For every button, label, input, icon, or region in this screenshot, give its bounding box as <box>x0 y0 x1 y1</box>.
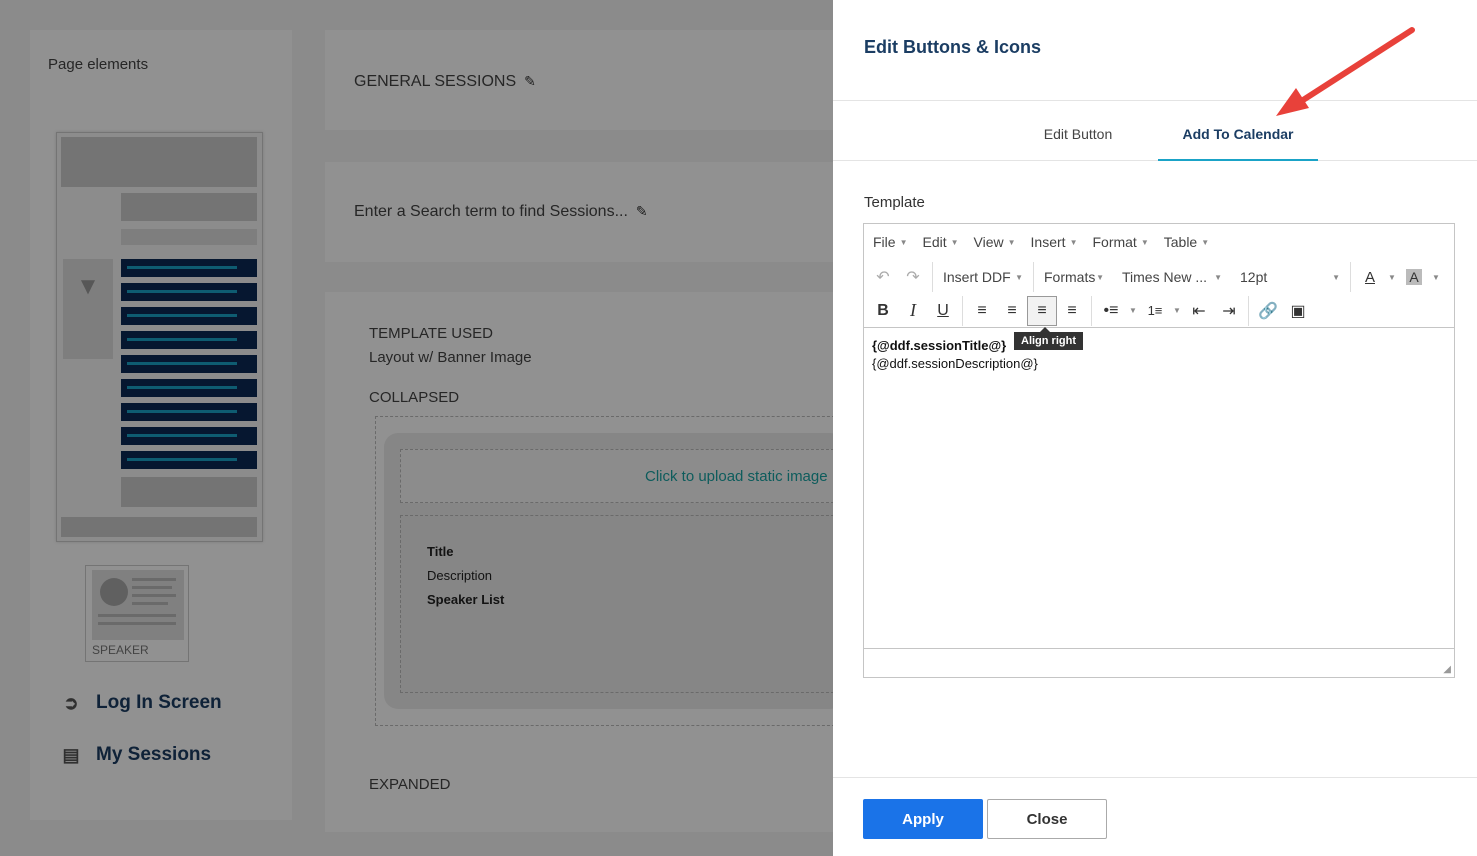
underline-icon[interactable]: U <box>928 296 958 326</box>
font-size-select[interactable]: 12pt ▼ <box>1234 262 1346 292</box>
panel-title: Edit Buttons & Icons <box>864 37 1041 57</box>
numbered-list-dropdown[interactable]: ▼ <box>1170 296 1184 326</box>
menu-label: Table <box>1163 234 1198 250</box>
link-icon[interactable]: 🔗 <box>1253 296 1283 326</box>
chevron-down-icon: ▼ <box>1201 237 1210 247</box>
image-icon[interactable]: ▣ <box>1283 296 1313 326</box>
menu-label: Insert <box>1030 234 1066 250</box>
insert-ddf-select[interactable]: Insert DDF ▼ <box>937 262 1029 292</box>
panel-footer: Apply Close <box>833 777 1477 856</box>
insert-ddf-label: Insert DDF <box>943 269 1011 285</box>
menu-label: File <box>873 234 896 250</box>
formats-label: Formats <box>1044 269 1096 285</box>
align-right-icon[interactable]: ≡ <box>1027 295 1057 326</box>
text-color-dropdown[interactable]: ▼ <box>1385 262 1399 292</box>
chevron-down-icon: ▼ <box>1015 272 1023 282</box>
numbered-list-icon[interactable]: 1≡ <box>1140 296 1170 326</box>
rich-text-editor: File ▼ Edit ▼ View ▼ Insert ▼ Format ▼ Table ▼… <box>863 223 1455 678</box>
panel-tabs: Edit Button Add To Calendar <box>833 101 1477 161</box>
edit-buttons-panel: Edit Buttons & Icons Edit Button Add To … <box>833 0 1477 856</box>
chevron-down-icon: ▼ <box>1432 272 1440 282</box>
content-line-title: {@ddf.sessionTitle@} <box>872 338 1007 353</box>
close-button[interactable]: Close <box>987 799 1107 839</box>
align-center-icon[interactable]: ≡ <box>997 296 1027 326</box>
chevron-down-icon: ▼ <box>1069 237 1078 247</box>
apply-button[interactable]: Apply <box>863 799 983 839</box>
editor-content[interactable]: {@ddf.sessionTitle@} {@ddf.sessionDescri… <box>872 337 1038 373</box>
align-right-tooltip: Align right <box>1014 327 1083 350</box>
indent-icon[interactable]: ⇥ <box>1214 296 1244 326</box>
chevron-down-icon: ▼ <box>1214 272 1222 282</box>
font-family-select[interactable]: Times New ... ▼ <box>1116 262 1228 292</box>
tab-add-to-calendar[interactable]: Add To Calendar <box>1158 101 1318 161</box>
menu-label: View <box>973 234 1004 250</box>
toolbar-separator <box>1091 295 1092 326</box>
chevron-down-icon: ▼ <box>950 237 959 247</box>
bullet-list-icon[interactable]: •≡ <box>1096 296 1126 326</box>
redo-icon[interactable]: ↷ <box>898 262 928 292</box>
editor-statusbar: ◢ <box>864 648 1454 677</box>
menu-label: Format <box>1092 234 1137 250</box>
editor-menubar: File ▼ Edit ▼ View ▼ Insert ▼ Format ▼ Table ▼ <box>864 224 1454 260</box>
menu-view[interactable]: View ▼ <box>974 234 1016 250</box>
font-family-label: Times New ... <box>1122 269 1208 285</box>
align-left-icon[interactable]: ≡ <box>967 296 997 326</box>
chevron-down-icon: ▼ <box>1140 237 1149 247</box>
toolbar-separator <box>1033 262 1034 292</box>
toolbar-separator <box>1248 295 1249 326</box>
chevron-down-icon: ▼ <box>1129 306 1137 315</box>
undo-icon[interactable]: ↶ <box>868 262 898 292</box>
tab-edit-button[interactable]: Edit Button <box>1027 101 1129 161</box>
menu-insert[interactable]: Insert ▼ <box>1031 234 1078 250</box>
menu-edit[interactable]: Edit ▼ <box>922 234 958 250</box>
modal-overlay[interactable] <box>0 0 833 856</box>
background-color-icon[interactable]: A <box>1399 262 1429 292</box>
formats-select[interactable]: Formats ▼ <box>1038 262 1110 292</box>
menu-file[interactable]: File ▼ <box>873 234 907 250</box>
template-label: Template <box>864 194 925 211</box>
font-size-label: 12pt <box>1240 269 1268 285</box>
toolbar-separator <box>1350 262 1351 292</box>
editor-toolbar-2: B I U ≡ ≡ ≡ ≡ •≡ ▼ 1≡ ▼ ⇤ ⇥ 🔗 ▣ <box>864 294 1454 328</box>
toolbar-separator <box>932 262 933 292</box>
menu-label: Edit <box>922 234 947 250</box>
editor-toolbar-1: ↶ ↷ Insert DDF ▼ Formats ▼ Times New ... ▼ … <box>864 260 1454 294</box>
bold-icon[interactable]: B <box>868 296 898 326</box>
chevron-down-icon: ▼ <box>1332 272 1340 282</box>
resize-handle-icon[interactable]: ◢ <box>1443 664 1451 675</box>
italic-icon[interactable]: I <box>898 296 928 326</box>
text-color-icon[interactable]: A <box>1355 262 1385 292</box>
chevron-down-icon: ▼ <box>1007 237 1016 247</box>
panel-header: Edit Buttons & Icons <box>833 0 1477 101</box>
chevron-down-icon: ▼ <box>899 237 908 247</box>
menu-format[interactable]: Format ▼ <box>1092 234 1148 250</box>
outdent-icon[interactable]: ⇤ <box>1184 296 1214 326</box>
bullet-list-dropdown[interactable]: ▼ <box>1126 296 1140 326</box>
chevron-down-icon: ▼ <box>1173 306 1181 315</box>
chevron-down-icon: ▼ <box>1096 272 1104 282</box>
content-line-description: {@ddf.sessionDescription@} <box>872 356 1038 371</box>
toolbar-separator <box>962 295 963 326</box>
background-color-dropdown[interactable]: ▼ <box>1429 262 1443 292</box>
align-justify-icon[interactable]: ≡ <box>1057 296 1087 326</box>
menu-table[interactable]: Table ▼ <box>1164 234 1209 250</box>
chevron-down-icon: ▼ <box>1388 272 1396 282</box>
